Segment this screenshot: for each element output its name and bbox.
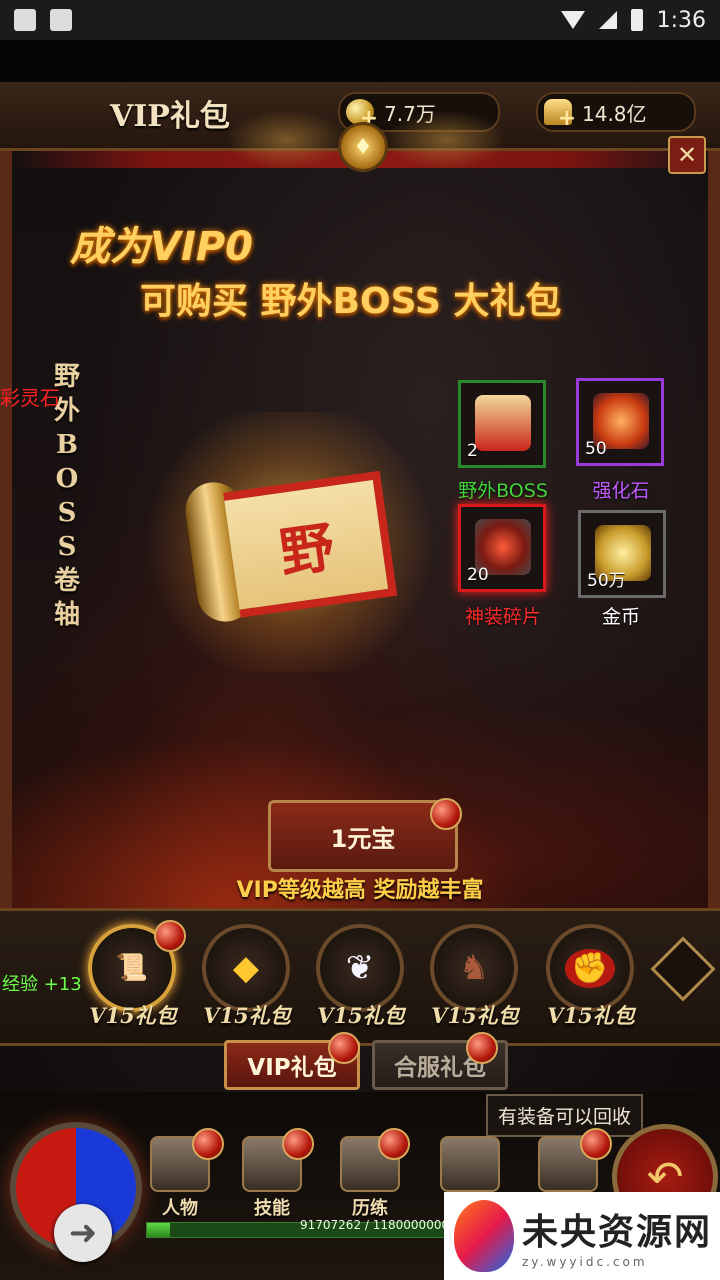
recycle-tooltip[interactable]: 有装备可以回收 [486, 1094, 644, 1137]
featured-scroll-icon: 野 [181, 449, 400, 626]
arrow-right-icon: ➜ [68, 1213, 98, 1253]
dragon-ornament-left [226, 110, 346, 170]
dragon-ornament-right [386, 110, 506, 170]
reward-count: 50 [585, 439, 607, 459]
scroll-icon: 📜 [115, 953, 149, 983]
tier-gift-3[interactable]: ❦ [316, 924, 404, 1012]
flame-logo-icon [454, 1200, 514, 1272]
reward-item-divine-fragment[interactable]: 20 [458, 504, 546, 592]
vertical-char: 外 [53, 396, 80, 426]
signal-icon [598, 11, 617, 29]
tier-gift-label: V15礼包 [89, 1003, 177, 1028]
reward-count: 50万 [587, 571, 626, 591]
wifi-icon [560, 11, 585, 29]
scroll-paper: 野 [223, 470, 398, 618]
reward-name: 金币 [601, 606, 640, 628]
tier-gift-label: V15礼包 [317, 1003, 405, 1028]
gallery-notification-icon [14, 9, 36, 31]
reward-name: 神装碎片 [464, 606, 541, 628]
red-dot-badge-icon [378, 1128, 410, 1160]
red-dot-badge-icon [466, 1032, 498, 1064]
flame-emblem-icon: ♦ [338, 122, 388, 172]
vip-hint-text: VIP等级越高 奖励越丰富 [236, 878, 484, 903]
red-dot-badge-icon [154, 920, 186, 952]
vertical-char: 卷 [53, 566, 80, 596]
vertical-char: O [55, 464, 79, 494]
beast-icon: ♞ [458, 948, 490, 988]
promo-headline: 成为VIP0 [70, 224, 253, 270]
top-letterbox [0, 40, 720, 82]
clock: 1:36 [656, 7, 706, 33]
tier-gift-5[interactable]: ✊ [546, 924, 634, 1012]
promo-subheadline: 可购买 野外BOSS 大礼包 [140, 281, 562, 322]
header-bar: VIP礼包 + 7.7万 + 14.8亿 ♦ [0, 82, 720, 172]
xp-text: 91707262 / 1180000000 [300, 1218, 450, 1232]
crystal-icon: ◆ [232, 948, 260, 988]
vertical-char: S [57, 532, 77, 562]
exp-gain-text: 经验 +13 [2, 974, 82, 995]
reward-count: 2 [467, 441, 478, 461]
tier-gift-label: V15礼包 [203, 1003, 291, 1028]
vertical-char: S [57, 498, 77, 528]
floating-arrow-button[interactable]: ➜ [54, 1204, 112, 1262]
red-dot-badge-icon [328, 1032, 360, 1064]
reward-name: 强化石 [592, 480, 650, 502]
reward-item-enhance-stone[interactable]: 50 [576, 378, 664, 466]
red-dot-badge-icon [580, 1128, 612, 1160]
vertical-char: B [56, 430, 78, 460]
vertical-char: 野 [53, 362, 80, 392]
watermark-url: zy.wyyidc.com [522, 1255, 648, 1269]
scroll-icon [475, 395, 531, 451]
buy-price-label: 1元宝 [330, 824, 396, 853]
tier-gift-label: V15礼包 [547, 1003, 635, 1028]
reward-name: 野外BOSS [458, 480, 548, 502]
xp-bar-fill [147, 1223, 171, 1237]
ingot-icon: + [544, 99, 576, 131]
game-screen: VIP礼包 + 7.7万 + 14.8亿 ♦ ✕ 成为VIP0 可购买 野外BO… [0, 82, 720, 1280]
currency-ingot-pill[interactable]: + 14.8亿 [536, 92, 696, 132]
tab-label: VIP礼包 [247, 1055, 337, 1081]
site-watermark: 未央资源网 zy.wyyidc.com [444, 1192, 720, 1280]
fist-icon: ✊ [565, 948, 615, 988]
nav-label: 人物 [162, 1198, 198, 1219]
currency-ingot-amount: 14.8亿 [582, 101, 647, 126]
red-dot-badge-icon [282, 1128, 314, 1160]
red-dot-badge-icon [430, 798, 462, 830]
anvil-icon [440, 1136, 500, 1192]
item-vertical-label: 野 外 B O S S 卷 轴 [52, 360, 82, 632]
reward-item-gold-coin[interactable]: 50万 [578, 510, 666, 598]
tier-gift-4[interactable]: ♞ [430, 924, 518, 1012]
reward-count: 20 [467, 565, 489, 585]
status-bar: 1:36 [0, 0, 720, 40]
tier-gift-2[interactable]: ◆ [202, 924, 290, 1012]
battery-icon [630, 9, 643, 31]
feather-icon: ❦ [345, 948, 375, 988]
edge-red-text: 彩灵石 [0, 386, 60, 410]
reward-item-boss-scroll[interactable]: 2 [458, 380, 546, 468]
nav-label: 历练 [352, 1198, 388, 1219]
square-notification-icon [50, 9, 72, 31]
close-icon: ✕ [676, 141, 698, 169]
red-dot-badge-icon [192, 1128, 224, 1160]
close-button[interactable]: ✕ [668, 136, 706, 174]
tier-gift-label: V15礼包 [431, 1003, 519, 1028]
vertical-char: 轴 [53, 600, 80, 630]
nav-label: 技能 [254, 1198, 290, 1219]
add-icon[interactable]: + [558, 106, 576, 131]
watermark-title: 未央资源网 [522, 1211, 713, 1253]
